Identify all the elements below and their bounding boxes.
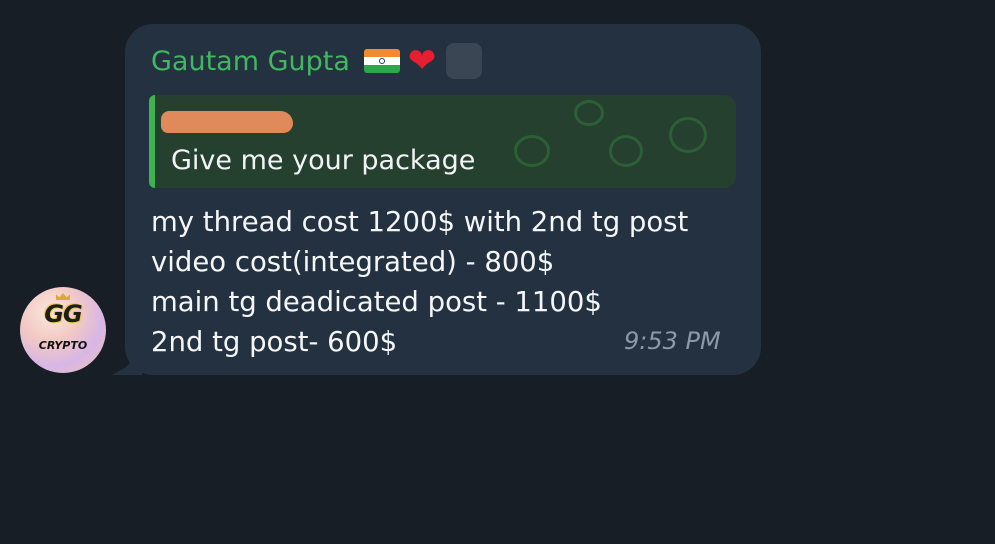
sender-header: Gautam Gupta ❤ bbox=[151, 40, 483, 82]
avatar-logo-bottom: CRYPTO bbox=[38, 339, 88, 352]
reply-text: Give me your package bbox=[171, 145, 476, 176]
smiley-pattern-icon bbox=[669, 117, 707, 153]
crown-icon bbox=[56, 293, 70, 300]
message-timestamp: 9:53 PM bbox=[624, 327, 721, 355]
custom-emoji-placeholder-icon bbox=[446, 43, 483, 79]
avatar-logo-top: GG bbox=[44, 300, 82, 328]
reply-accent-bar bbox=[149, 95, 155, 188]
redacted-reply-author bbox=[161, 111, 293, 133]
smiley-pattern-icon bbox=[514, 135, 550, 167]
reply-preview[interactable]: Give me your package bbox=[149, 95, 736, 188]
red-heart-icon: ❤ bbox=[407, 41, 437, 81]
smiley-pattern-icon bbox=[574, 100, 604, 126]
message-line: video cost(integrated) - 800$ bbox=[151, 246, 555, 278]
chat-view: GG CRYPTO Gautam Gupta ❤ Give me your pa… bbox=[0, 0, 995, 544]
sender-avatar[interactable]: GG CRYPTO bbox=[20, 287, 106, 373]
message-line: my thread cost 1200$ with 2nd tg post bbox=[151, 206, 689, 238]
message-line: main tg deadicated post - 1100$ bbox=[151, 286, 602, 318]
smiley-pattern-icon bbox=[609, 135, 643, 167]
india-flag-icon bbox=[363, 49, 400, 73]
sender-name[interactable]: Gautam Gupta bbox=[151, 46, 350, 77]
